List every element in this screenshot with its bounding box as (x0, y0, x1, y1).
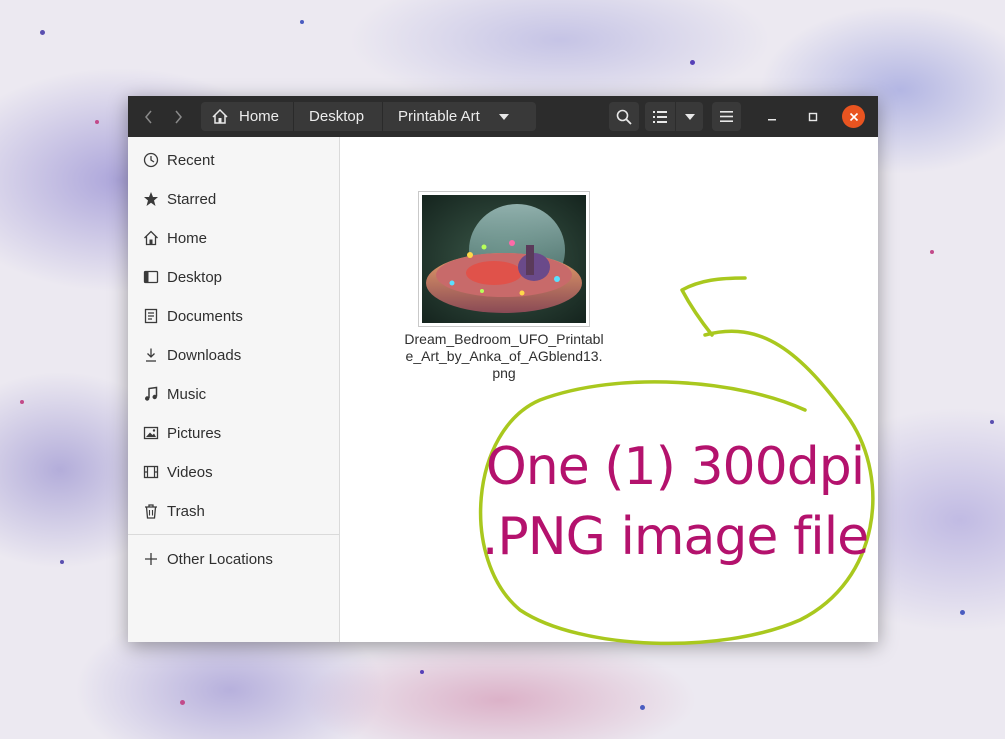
annotation-line-2: .PNG image file (481, 507, 869, 567)
annotation-text: One (1) 300dpi .PNG image file (470, 432, 880, 572)
annotation-circle (479, 276, 875, 646)
annotation-line-1: One (1) 300dpi (485, 437, 865, 497)
arrow-head-icon (680, 276, 747, 337)
